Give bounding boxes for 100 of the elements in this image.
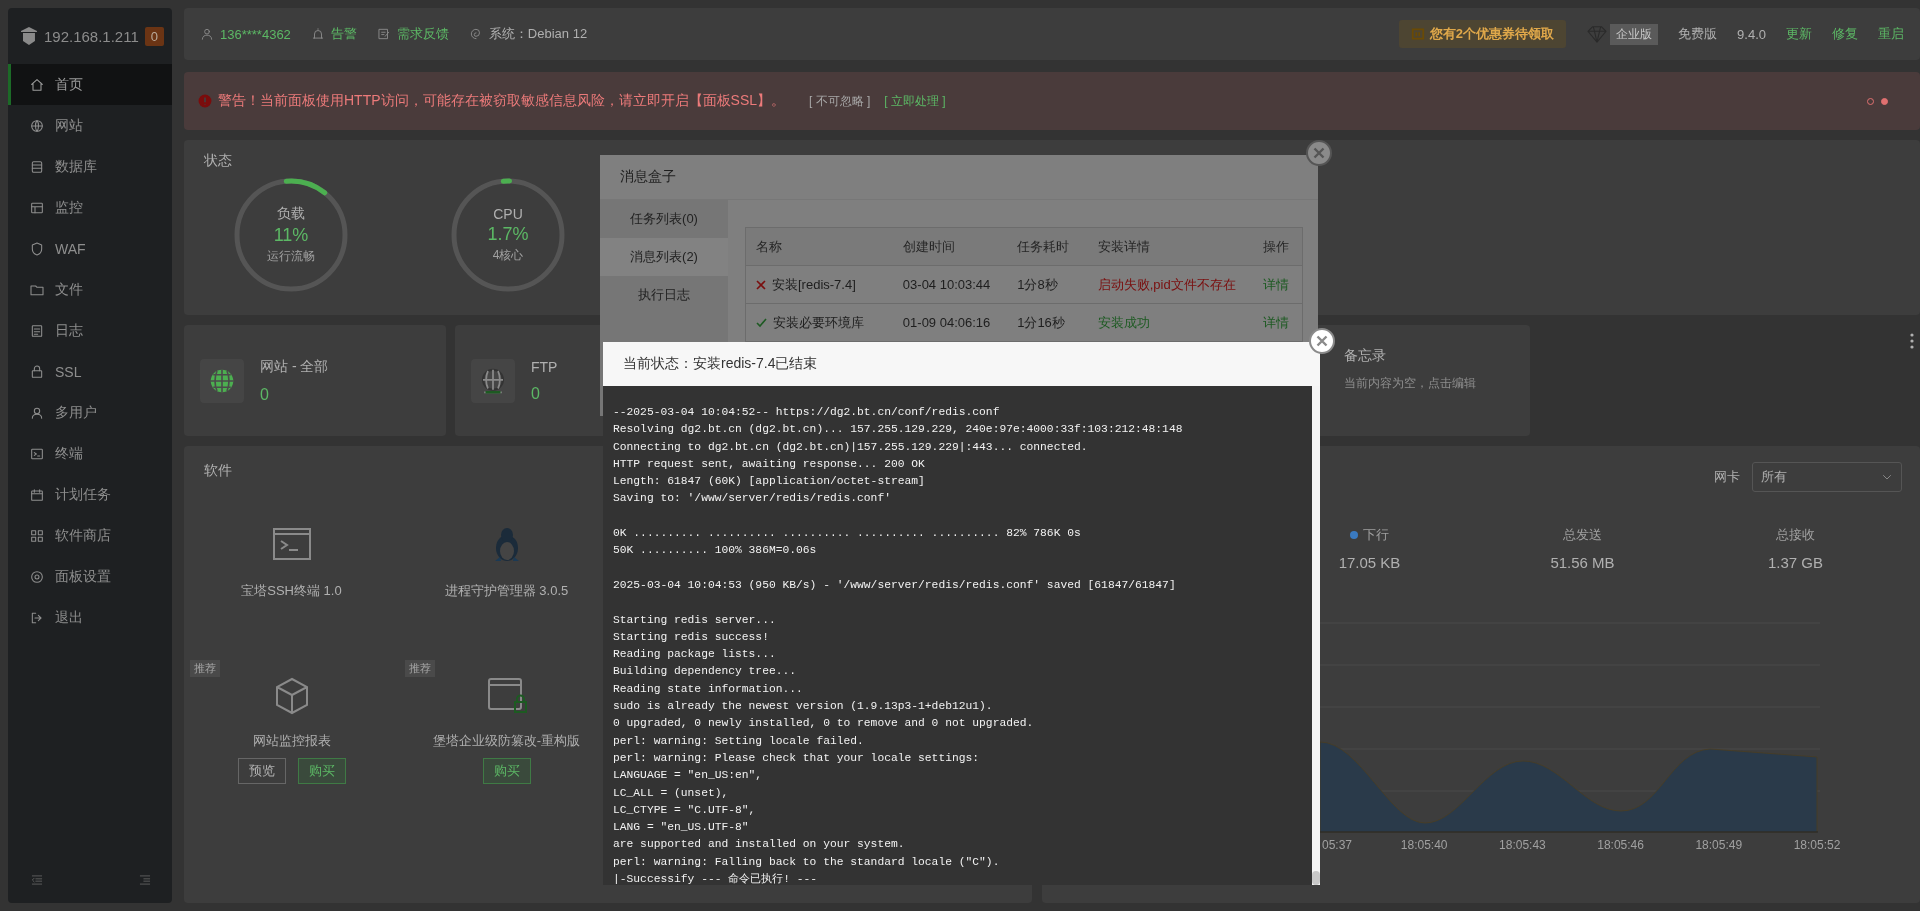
warning-text: 警告！当前面板使用HTTP访问，可能存在被窃取敏感信息风险，请立即开启【面板SSL】。	[218, 92, 785, 110]
sidebar-item[interactable]: 计划任务	[8, 474, 172, 515]
shield-logo-icon	[20, 26, 38, 46]
topbar-link[interactable]: 告警	[310, 25, 357, 43]
table-cell: 安装成功	[1087, 303, 1253, 342]
overview-count: 0	[531, 384, 541, 403]
axis-label: 18:05:46	[1597, 838, 1644, 852]
table-cell: 1分16秒	[1007, 303, 1088, 342]
enterprise-badge: 企业版	[1610, 23, 1659, 45]
recommend-tag: 推荐	[190, 660, 220, 677]
topbar-link[interactable]: 136****4362	[200, 26, 291, 42]
ticket-icon	[1410, 27, 1425, 41]
topbar-link[interactable]: 需求反馈	[376, 25, 449, 43]
lock-icon	[29, 363, 45, 380]
overview-label: 网站 - 全部	[260, 357, 329, 376]
action-link[interactable]: 重启	[1878, 25, 1904, 43]
sidebar-item[interactable]: 多用户	[8, 392, 172, 433]
axis-label: 18:05:40	[1400, 838, 1448, 852]
version-label: 9.4.0	[1737, 26, 1766, 42]
section-title: 软件	[204, 462, 232, 480]
host-address: 192.168.1.211	[43, 27, 139, 45]
user-icon	[200, 27, 214, 41]
column-header: 任务耗时	[1007, 227, 1088, 266]
grid-icon	[29, 527, 45, 544]
axis-label: 18:05:52	[1793, 838, 1841, 852]
table-cell: 启动失败,pid文件不存在	[1087, 265, 1253, 304]
memo-title: 备忘录	[1344, 347, 1387, 365]
fix-link[interactable]: [ 立即处理 ]	[884, 92, 946, 110]
gauge-value: 1.7%	[487, 224, 529, 245]
edition-label: 免费版	[1678, 25, 1718, 43]
stat-value: 51.56 MB	[1550, 554, 1615, 571]
software-name: 进程守护管理器 3.0.5	[444, 582, 569, 600]
coupon-link[interactable]: 您有2个优惠券待领取	[1398, 20, 1567, 48]
column-header: 创建时间	[892, 227, 1008, 266]
alarm-icon	[310, 27, 325, 41]
section-title: 状态	[204, 152, 232, 170]
nic-select[interactable]: 所有	[1752, 462, 1902, 492]
table-cell: 1分8秒	[1007, 265, 1088, 304]
action-link[interactable]: 更新	[1786, 25, 1812, 43]
recommend-tag: 推荐	[405, 660, 435, 677]
table-cell: 01-09 04:06:16	[892, 303, 1008, 342]
stat-value: 17.05 KB	[1338, 554, 1401, 571]
axis-label: 05:37	[1322, 838, 1353, 852]
sidebar-item[interactable]: 文件	[8, 269, 172, 310]
sidebar-item[interactable]: 数据库	[8, 146, 172, 187]
stat-value: 1.37 GB	[1767, 554, 1823, 571]
sidebar-item[interactable]: 首页	[8, 64, 172, 105]
table-cell: 03-04 10:03:44	[892, 265, 1008, 304]
legend-dot	[1350, 531, 1358, 539]
sidebar-item[interactable]: WAF	[8, 228, 172, 269]
preview-button[interactable]: 预览	[237, 758, 286, 784]
axis-label: 18:05:43	[1499, 838, 1546, 852]
sidebar-item[interactable]: 终端	[8, 433, 172, 474]
tab[interactable]: 任务列表(0)	[600, 200, 728, 238]
sidebar-item[interactable]: SSL	[8, 351, 172, 392]
database-icon	[29, 158, 45, 175]
window-lock-icon	[486, 676, 527, 716]
action-link[interactable]: 修复	[1832, 25, 1858, 43]
collapse-icon	[30, 873, 44, 887]
globe-icon	[29, 117, 45, 134]
sidebar-item[interactable]: 监控	[8, 187, 172, 228]
stat-label: 总发送	[1563, 526, 1602, 544]
table-cell: 安装[redis-7.4]	[772, 275, 856, 294]
swirl-icon	[468, 27, 483, 41]
home-icon	[29, 76, 45, 93]
alert-icon	[198, 94, 212, 108]
menu-icon	[138, 873, 152, 887]
tab[interactable]: 消息列表(2)	[600, 238, 728, 276]
axis-label: 18:05:49	[1695, 838, 1743, 852]
software-name: 网站监控报表	[252, 732, 331, 750]
shield-icon	[29, 240, 45, 257]
overview-card[interactable]: 网站 - 全部 0	[184, 325, 446, 436]
dialog-title: 当前状态：安装redis-7.4已结束	[603, 342, 1320, 386]
column-header: 名称	[745, 227, 893, 266]
table-cell: 安装必要环境库	[773, 313, 864, 332]
tab[interactable]: 执行日志	[600, 276, 728, 314]
more-icon	[1910, 333, 1914, 349]
buy-button[interactable]: 购买	[297, 758, 346, 784]
overview-label: FTP	[531, 358, 558, 375]
stat-label: 总接收	[1776, 526, 1815, 544]
sidebar-item[interactable]: 退出	[8, 597, 172, 638]
settings-icon	[29, 568, 45, 585]
pager-dot[interactable]	[1881, 97, 1888, 105]
overview-count: 0	[260, 385, 270, 404]
sidebar-item[interactable]: 软件商店	[8, 515, 172, 556]
scrollbar[interactable]	[1312, 386, 1320, 885]
diamond-icon	[1586, 25, 1609, 43]
calendar-icon	[29, 486, 45, 503]
memo-hint: 当前内容为空，点击编辑	[1344, 375, 1477, 392]
sidebar-item[interactable]: 面板设置	[8, 556, 172, 597]
sidebar-item[interactable]: 日志	[8, 310, 172, 351]
nic-label: 网卡	[1714, 468, 1740, 486]
stat-label: 下行	[1363, 526, 1389, 544]
notification-badge[interactable]: 0	[144, 26, 164, 46]
gauge-value: 11%	[273, 225, 309, 246]
column-header: 安装详情	[1087, 227, 1253, 266]
gauge-label: CPU	[493, 206, 523, 222]
sidebar-item[interactable]: 网站	[8, 105, 172, 146]
gauge-label: 负载	[277, 205, 305, 223]
buy-button[interactable]: 购买	[482, 758, 531, 784]
